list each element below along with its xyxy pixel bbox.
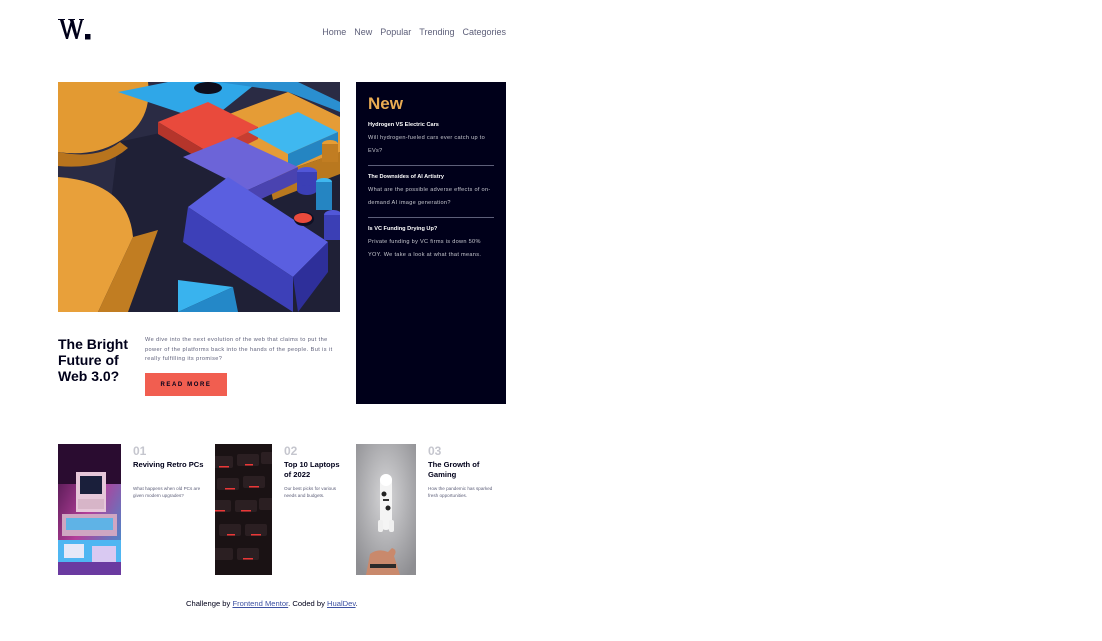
gaming-controller-image: [356, 444, 416, 575]
read-more-button[interactable]: READ MORE: [145, 373, 227, 396]
new-item-description: Will hydrogen-fueled cars ever catch up …: [368, 135, 486, 154]
article-card-retro-pcs[interactable]: 01 Reviving Retro PCs What happens when …: [58, 444, 208, 575]
main-nav: Home New Popular Trending Categories: [322, 27, 506, 37]
new-item[interactable]: Is VC Funding Drying Up? Private funding…: [368, 224, 494, 262]
nav-trending[interactable]: Trending: [419, 27, 454, 37]
card-description: Our best picks for various needs and bud…: [284, 486, 337, 498]
card-description: How the pandemic has sparked fresh oppor…: [428, 486, 493, 498]
footer-attribution: Challenge by Frontend Mentor. Coded by H…: [186, 599, 358, 608]
nav-home[interactable]: Home: [322, 27, 346, 37]
nav-popular[interactable]: Popular: [380, 27, 411, 37]
footer-suffix: .: [355, 599, 358, 608]
card-title[interactable]: Top 10 Laptops of 2022: [284, 460, 348, 480]
hero-title: The Bright Future of Web 3.0?: [58, 336, 128, 384]
divider: [368, 165, 494, 166]
new-item-title[interactable]: Hydrogen VS Electric Cars: [368, 120, 494, 130]
new-section: New Hydrogen VS Electric Cars Will hydro…: [356, 82, 506, 404]
new-item[interactable]: The Downsides of AI Artistry What are th…: [368, 172, 494, 210]
footer-prefix: Challenge by: [186, 599, 233, 608]
retro-pc-image: [58, 444, 121, 575]
article-card-gaming[interactable]: 03 The Growth of Gaming How the pandemic…: [356, 444, 504, 575]
nav-categories[interactable]: Categories: [462, 27, 506, 37]
nav-new[interactable]: New: [354, 27, 372, 37]
card-description: What happens when old PCs are given mode…: [133, 486, 201, 498]
hero-description: We dive into the next evolution of the w…: [145, 337, 333, 362]
card-number: 02: [284, 444, 298, 458]
new-item-title[interactable]: The Downsides of AI Artistry: [368, 172, 494, 182]
new-item-title[interactable]: Is VC Funding Drying Up?: [368, 224, 494, 234]
new-item[interactable]: Hydrogen VS Electric Cars Will hydrogen-…: [368, 120, 494, 158]
laptop-keyboard-image: [215, 444, 272, 575]
new-item-description: Private funding by VC firms is down 50% …: [368, 239, 482, 258]
author-link[interactable]: HualDev: [327, 599, 356, 608]
card-title[interactable]: Reviving Retro PCs: [133, 460, 205, 470]
new-heading: New: [368, 94, 403, 113]
logo-icon[interactable]: [58, 17, 92, 41]
hero-image: [58, 82, 340, 312]
footer-middle: . Coded by: [288, 599, 328, 608]
frontend-mentor-link[interactable]: Frontend Mentor: [232, 599, 288, 608]
new-item-description: What are the possible adverse effects of…: [368, 187, 491, 206]
card-number: 01: [133, 444, 147, 458]
divider: [368, 217, 494, 218]
card-title[interactable]: The Growth of Gaming: [428, 460, 496, 480]
card-number: 03: [428, 444, 442, 458]
article-card-laptops[interactable]: 02 Top 10 Laptops of 2022 Our best picks…: [215, 444, 351, 575]
